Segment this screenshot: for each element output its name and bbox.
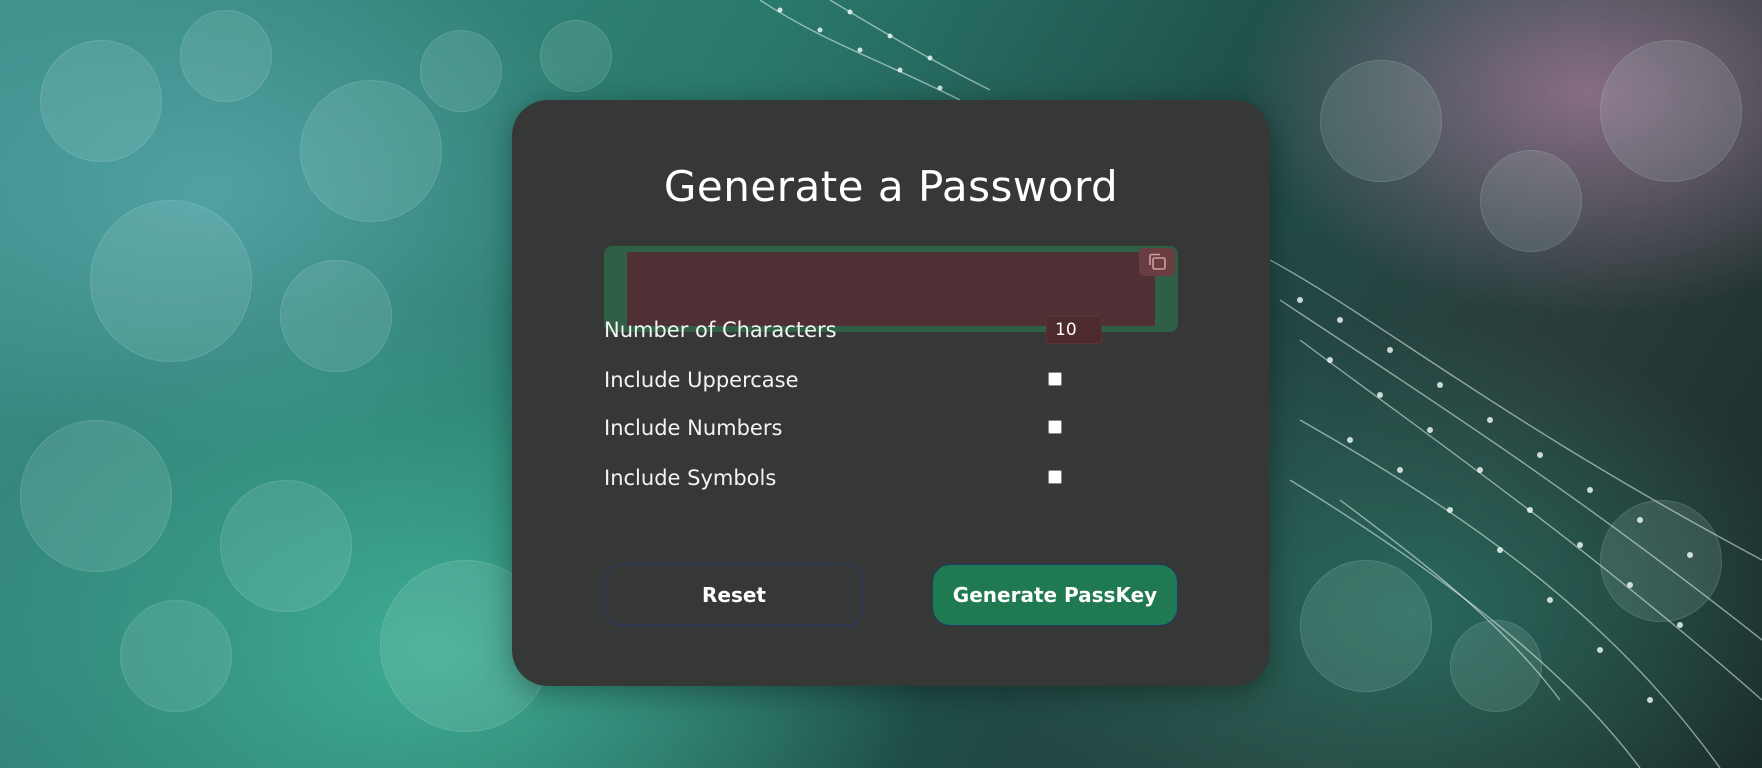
reset-button[interactable]: Reset [604,564,864,626]
password-generator-card: Generate a Password Number of Characters… [512,100,1270,686]
password-output-field[interactable] [627,252,1155,326]
characters-label: Number of Characters [604,318,837,342]
uppercase-checkbox[interactable] [1048,372,1062,386]
uppercase-label: Include Uppercase [604,368,799,392]
symbols-label: Include Symbols [604,466,777,490]
copy-button[interactable] [1139,248,1175,276]
copy-icon [1149,253,1166,270]
page-title: Generate a Password [663,162,1119,211]
generate-passkey-button[interactable]: Generate PassKey [932,564,1178,626]
numbers-label: Include Numbers [604,416,783,440]
option-symbols: Include Symbols [604,464,1178,494]
option-uppercase: Include Uppercase [604,366,1178,396]
option-numbers: Include Numbers [604,414,1178,444]
characters-count-input[interactable] [1046,316,1102,344]
symbols-checkbox[interactable] [1048,470,1062,484]
numbers-checkbox[interactable] [1048,420,1062,434]
option-characters: Number of Characters [604,316,1178,346]
